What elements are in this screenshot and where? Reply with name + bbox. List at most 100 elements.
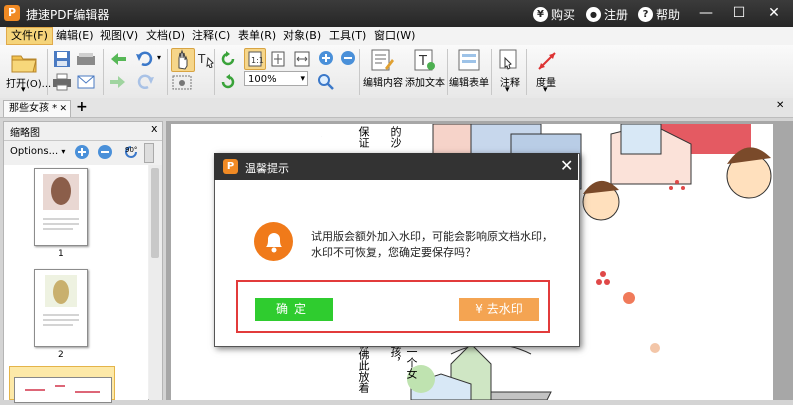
thumbnail-page-2[interactable] — [34, 269, 88, 347]
document-tab[interactable]: 那些女孩 * ✕ — [3, 100, 71, 117]
divider — [4, 140, 162, 141]
dialog-message-line-1: 试用版会额外加入水印，可能会影响原文档水印， — [311, 230, 553, 243]
magnifier-icon[interactable] — [316, 72, 336, 90]
nav-back-icon[interactable] — [108, 50, 128, 68]
toolbar-separator — [167, 49, 168, 95]
doc-text-column: 保证 — [357, 126, 370, 148]
thumb-rotate-icon[interactable]: 90° — [122, 143, 142, 161]
undo-icon[interactable] — [135, 50, 155, 68]
buy-label: 购买 — [551, 8, 576, 22]
open-label[interactable]: 打开(O)... — [6, 75, 51, 90]
annotate-dropdown-icon[interactable]: ▾ — [505, 85, 510, 95]
doc-text-column: 一个女孩， — [389, 346, 418, 379]
email-icon[interactable] — [76, 73, 96, 91]
add-text-label[interactable]: 添加文本 — [405, 74, 445, 89]
thumbnail-page-3[interactable] — [14, 377, 112, 403]
menu-edit[interactable]: 编辑(E) — [52, 28, 98, 44]
svg-text:1:1: 1:1 — [251, 56, 264, 65]
thumb-toolbar-overflow[interactable] — [144, 143, 154, 163]
fit-page-icon[interactable] — [268, 50, 288, 68]
nav-forward-icon[interactable] — [108, 73, 128, 91]
open-dropdown-icon[interactable]: ▾ — [21, 85, 26, 95]
menu-form[interactable]: 表单(R) — [234, 28, 280, 44]
annotate-label[interactable]: 注释 — [500, 74, 520, 89]
doc-text-column: 的沙 — [389, 126, 402, 148]
dialog-message-line-2: 水印不可恢复，您确定要保存吗？ — [311, 246, 476, 259]
thumbnail-options-dropdown[interactable]: Options... ▾ — [10, 146, 65, 157]
buy-button[interactable]: ¥ 购买 — [533, 6, 575, 23]
snapshot-icon[interactable] — [172, 73, 192, 91]
svg-text:T: T — [197, 52, 206, 66]
dialog-close-icon[interactable]: ✕ — [560, 156, 573, 175]
menu-document[interactable]: 文档(D) — [142, 28, 189, 44]
new-tab-button[interactable]: + — [76, 99, 88, 115]
menu-comment[interactable]: 注释(C) — [188, 28, 234, 44]
toolbar: 打开(O)... ▾ ▾ T 1:1 100% ▾ 编辑内容 T 添加文本 编辑… — [0, 45, 793, 99]
redo-icon[interactable] — [135, 73, 155, 91]
menu-view[interactable]: 视图(V) — [96, 28, 142, 44]
save-icon[interactable] — [52, 50, 72, 68]
thumbnail-page-3-selected[interactable] — [9, 366, 115, 403]
register-button[interactable]: ● 注册 — [586, 6, 628, 23]
edit-form-label[interactable]: 编辑表单 — [449, 74, 489, 89]
zoom-select[interactable]: 100% ▾ — [244, 71, 308, 86]
zoom-dropdown-icon[interactable]: ▾ — [300, 72, 305, 87]
close-window-button[interactable]: ✕ — [760, 3, 788, 23]
minimize-button[interactable]: — — [692, 3, 720, 23]
document-tab-bar — [0, 98, 793, 118]
dialog-title: 温馨提示 — [245, 162, 289, 175]
bell-icon — [254, 222, 293, 261]
confirm-button[interactable]: 确定 — [255, 298, 333, 321]
menu-object[interactable]: 对象(B) — [279, 28, 325, 44]
register-label: 注册 — [604, 8, 629, 22]
select-text-icon[interactable]: T — [196, 50, 216, 69]
scanner-icon[interactable] — [76, 50, 96, 68]
toolbar-separator — [491, 49, 492, 95]
zoom-in-icon[interactable] — [316, 49, 336, 67]
toolbar-separator — [447, 49, 448, 95]
menu-bar: 文件(F) 编辑(E) 视图(V) 文档(D) 注释(C) 表单(R) 对象(B… — [0, 27, 793, 46]
svg-text:T: T — [418, 54, 427, 69]
actual-size-icon[interactable]: 1:1 — [244, 48, 266, 70]
thumb-zoom-out-icon[interactable] — [96, 143, 114, 161]
thumbnail-scrollbar[interactable] — [149, 165, 162, 400]
hand-tool-icon[interactable] — [171, 48, 195, 72]
maximize-button[interactable]: ☐ — [725, 3, 753, 23]
zoom-out-icon[interactable] — [338, 49, 358, 67]
thumb-rotate-label: 90° — [125, 146, 138, 154]
measure-icon[interactable] — [536, 48, 558, 72]
user-icon: ● — [586, 7, 601, 22]
menu-tools[interactable]: 工具(T) — [325, 28, 370, 44]
app-title: 捷速PDF编辑器 — [26, 8, 110, 22]
rotate-ccw-icon[interactable] — [218, 50, 238, 68]
add-text-icon[interactable]: T — [411, 48, 437, 72]
help-label: 帮助 — [656, 8, 681, 22]
edit-content-icon[interactable] — [369, 48, 395, 72]
toolbar-separator — [47, 49, 48, 95]
scroll-thumb[interactable] — [151, 168, 159, 258]
print-icon[interactable] — [52, 73, 72, 91]
thumbnail-close-icon[interactable]: x — [151, 122, 158, 135]
toolbar-separator — [214, 49, 215, 95]
menu-file[interactable]: 文件(F) — [6, 27, 53, 45]
measure-dropdown-icon[interactable]: ▾ — [543, 85, 548, 95]
undo-dropdown-icon[interactable]: ▾ — [157, 53, 161, 62]
thumb-zoom-in-icon[interactable] — [73, 143, 91, 161]
options-label: Options... — [10, 146, 59, 157]
app-logo-icon: P — [4, 5, 20, 21]
tab-close-icon[interactable]: ✕ — [59, 101, 67, 117]
dialog-logo-icon: P — [223, 159, 238, 174]
help-button[interactable]: ? 帮助 — [638, 6, 680, 23]
edit-form-icon[interactable] — [456, 48, 482, 72]
remove-watermark-button[interactable]: ¥ 去水印 — [459, 298, 539, 321]
thumbnail-page-number: 2 — [58, 350, 64, 360]
thumbnail-page-1[interactable] — [34, 168, 88, 246]
fit-width-icon[interactable] — [292, 50, 312, 68]
open-folder-icon[interactable] — [10, 50, 38, 74]
edit-content-label[interactable]: 编辑内容 — [363, 74, 403, 89]
rotate-cw-icon[interactable] — [218, 73, 238, 91]
close-document-icon[interactable]: ✕ — [776, 100, 784, 111]
document-tab-label: 那些女孩 * — [9, 103, 58, 114]
annotate-icon[interactable] — [497, 48, 521, 72]
menu-window[interactable]: 窗口(W) — [370, 28, 419, 44]
